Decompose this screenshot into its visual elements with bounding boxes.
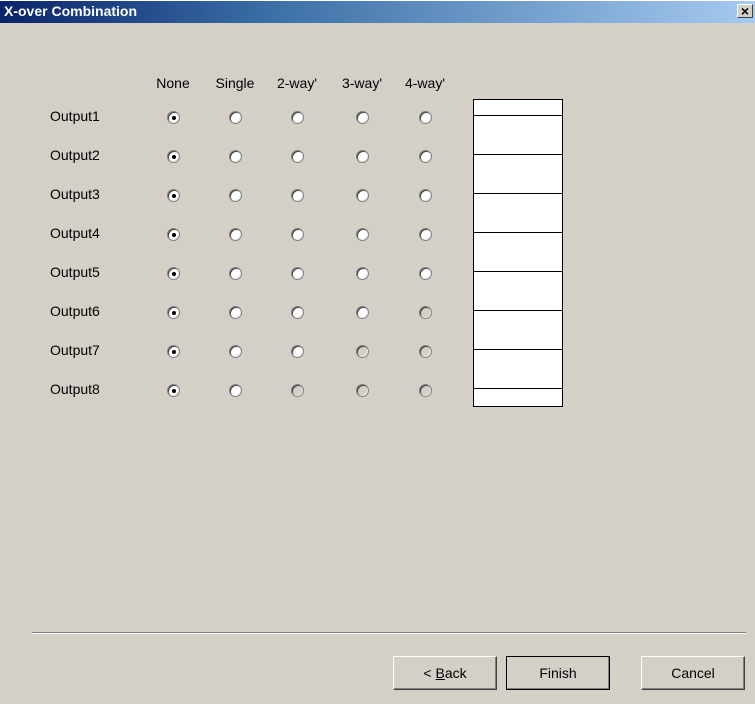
back-mnemonic: B — [435, 665, 445, 681]
row-label-output3: Output3 — [50, 186, 100, 202]
radio-output6-4way — [419, 306, 432, 319]
back-label-rest: ack — [444, 665, 467, 681]
radio-output8-2way — [291, 384, 304, 397]
radio-output1-3way[interactable] — [356, 111, 369, 124]
preview-divider — [474, 310, 562, 311]
close-icon: × — [740, 3, 750, 19]
radio-output5-single[interactable] — [229, 267, 242, 280]
row-label-output5: Output5 — [50, 264, 100, 280]
finish-button[interactable]: Finish — [506, 656, 610, 690]
column-header: 2-way' — [276, 75, 318, 91]
radio-output2-2way[interactable] — [291, 150, 304, 163]
radio-output4-3way[interactable] — [356, 228, 369, 241]
back-prefix: < — [423, 665, 436, 681]
radio-output6-none[interactable] — [167, 306, 180, 319]
column-header: 4-way' — [404, 75, 446, 91]
radio-output5-none[interactable] — [167, 267, 180, 280]
preview-divider — [474, 271, 562, 272]
close-button[interactable]: × — [737, 4, 753, 18]
radio-output3-single[interactable] — [229, 189, 242, 202]
row-label-output6: Output6 — [50, 303, 100, 319]
radio-output2-3way[interactable] — [356, 150, 369, 163]
title-bar: X-over Combination × — [0, 0, 755, 23]
column-header: None — [156, 75, 190, 91]
preview-divider — [474, 388, 562, 389]
radio-output7-3way — [356, 345, 369, 358]
output-preview-column — [473, 99, 563, 407]
row-label-output8: Output8 — [50, 381, 100, 397]
radio-output5-4way[interactable] — [419, 267, 432, 280]
radio-output6-single[interactable] — [229, 306, 242, 319]
column-header: Single — [215, 75, 255, 91]
radio-output1-2way[interactable] — [291, 111, 304, 124]
radio-output4-none[interactable] — [167, 228, 180, 241]
radio-output2-4way[interactable] — [419, 150, 432, 163]
radio-output4-2way[interactable] — [291, 228, 304, 241]
row-label-output7: Output7 — [50, 342, 100, 358]
preview-divider — [474, 193, 562, 194]
radio-output7-none[interactable] — [167, 345, 180, 358]
radio-output8-single[interactable] — [229, 384, 242, 397]
radio-output1-single[interactable] — [229, 111, 242, 124]
preview-divider — [474, 232, 562, 233]
radio-output8-4way — [419, 384, 432, 397]
radio-output7-single[interactable] — [229, 345, 242, 358]
row-label-output4: Output4 — [50, 225, 100, 241]
radio-output5-2way[interactable] — [291, 267, 304, 280]
radio-output6-3way[interactable] — [356, 306, 369, 319]
radio-output7-4way — [419, 345, 432, 358]
preview-divider — [474, 115, 562, 116]
radio-output1-none[interactable] — [167, 111, 180, 124]
button-separator — [32, 632, 746, 634]
radio-output3-none[interactable] — [167, 189, 180, 202]
preview-divider — [474, 349, 562, 350]
radio-output2-none[interactable] — [167, 150, 180, 163]
radio-output1-4way[interactable] — [419, 111, 432, 124]
back-button[interactable]: < Back — [393, 656, 497, 690]
preview-divider — [474, 154, 562, 155]
row-label-output1: Output1 — [50, 108, 100, 124]
radio-output8-none[interactable] — [167, 384, 180, 397]
radio-output3-4way[interactable] — [419, 189, 432, 202]
cancel-button[interactable]: Cancel — [641, 656, 745, 690]
radio-output3-2way[interactable] — [291, 189, 304, 202]
radio-output2-single[interactable] — [229, 150, 242, 163]
row-label-output2: Output2 — [50, 147, 100, 163]
radio-output4-single[interactable] — [229, 228, 242, 241]
radio-output3-3way[interactable] — [356, 189, 369, 202]
window-title: X-over Combination — [4, 3, 138, 19]
radio-output6-2way[interactable] — [291, 306, 304, 319]
radio-output5-3way[interactable] — [356, 267, 369, 280]
column-header: 3-way' — [341, 75, 383, 91]
radio-output8-3way — [356, 384, 369, 397]
radio-output4-4way[interactable] — [419, 228, 432, 241]
radio-output7-2way[interactable] — [291, 345, 304, 358]
